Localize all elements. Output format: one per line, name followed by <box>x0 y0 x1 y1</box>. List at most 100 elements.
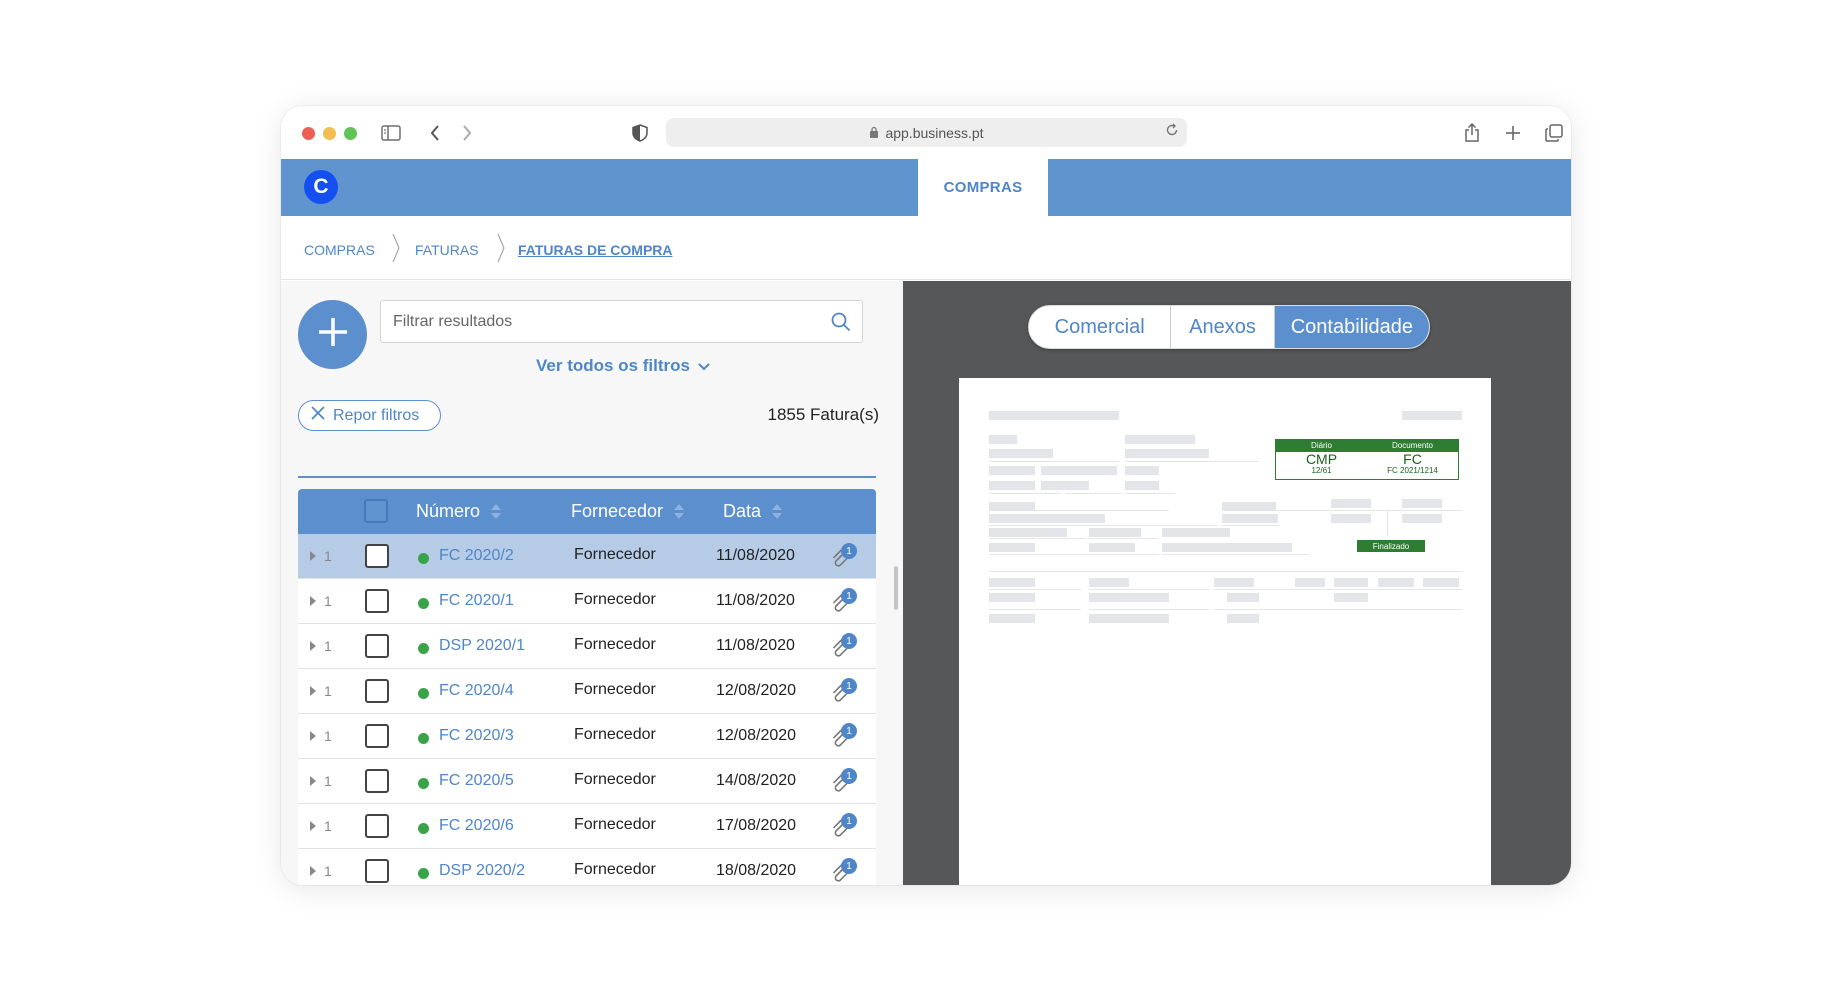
expand-row-button[interactable]: 1 <box>310 818 332 834</box>
share-icon[interactable] <box>1459 121 1485 145</box>
doc-line <box>1089 589 1209 590</box>
doc-line <box>989 525 1217 526</box>
sort-icon[interactable] <box>490 503 502 520</box>
invoice-number-link[interactable]: FC 2020/4 <box>439 682 514 700</box>
caret-right-icon <box>310 866 316 876</box>
tabs-icon[interactable] <box>1541 121 1567 145</box>
attachment-count-badge: 1 <box>841 588 857 604</box>
search-icon[interactable] <box>831 312 851 337</box>
table-row[interactable]: 1 FC 2020/3 Fornecedor 12/08/2020 1 <box>298 714 876 759</box>
expand-row-button[interactable]: 1 <box>310 728 332 744</box>
doc-placeholder <box>989 481 1035 490</box>
date-cell: 12/08/2020 <box>716 727 797 744</box>
search-input[interactable] <box>381 301 781 342</box>
reload-icon[interactable] <box>1165 123 1179 140</box>
column-numero[interactable]: Número <box>416 501 502 522</box>
doc-line <box>1222 525 1280 526</box>
table-row[interactable]: 1 FC 2020/5 Fornecedor 14/08/2020 1 <box>298 759 876 804</box>
documento-column: FC FC 2021/1214 <box>1367 452 1458 476</box>
tab-compras[interactable]: COMPRAS <box>918 159 1048 216</box>
row-checkbox[interactable] <box>365 679 389 703</box>
table-row[interactable]: 1 DSP 2020/2 Fornecedor 18/08/2020 1 <box>298 849 876 885</box>
invoice-number-link[interactable]: FC 2020/6 <box>439 817 514 835</box>
invoice-number-link[interactable]: FC 2020/2 <box>439 547 514 565</box>
column-data[interactable]: Data <box>723 501 783 522</box>
row-checkbox[interactable] <box>365 814 389 838</box>
reset-filters-button[interactable]: Repor filtros <box>298 400 441 431</box>
row-line-count: 1 <box>324 728 332 744</box>
doc-placeholder <box>989 528 1067 537</box>
invoice-number-link[interactable]: FC 2020/5 <box>439 772 514 790</box>
table-row[interactable]: 1 FC 2020/4 Fornecedor 12/08/2020 1 <box>298 669 876 714</box>
column-fornecedor[interactable]: Fornecedor <box>571 501 685 522</box>
back-icon[interactable] <box>422 121 448 145</box>
date-cell: 11/08/2020 <box>716 547 795 564</box>
table-row[interactable]: 1 DSP 2020/1 Fornecedor 11/08/2020 1 <box>298 624 876 669</box>
address-bar[interactable]: app.business.pt <box>666 118 1187 147</box>
invoice-number-link[interactable]: DSP 2020/1 <box>439 637 525 655</box>
sort-icon[interactable] <box>771 503 783 520</box>
minimize-window-button[interactable] <box>323 127 336 140</box>
add-invoice-button[interactable] <box>298 300 367 369</box>
row-checkbox[interactable] <box>365 544 389 568</box>
reset-filters-label: Repor filtros <box>333 406 420 424</box>
expand-row-button[interactable]: 1 <box>310 863 332 879</box>
app-logo[interactable]: C <box>304 170 338 204</box>
breadcrumb: COMPRAS FATURAS FATURAS DE COMPRA <box>281 216 1571 280</box>
invoice-number-link[interactable]: FC 2020/3 <box>439 727 514 745</box>
zoom-window-button[interactable] <box>344 127 357 140</box>
breadcrumb-faturas-de-compra[interactable]: FATURAS DE COMPRA <box>518 242 673 258</box>
browser-window: app.business.pt C COMPRAS COMPRAS FATURA… <box>281 106 1571 885</box>
close-icon <box>311 406 325 425</box>
attachment-count-badge: 1 <box>841 633 857 649</box>
caret-right-icon <box>310 551 316 561</box>
attachment-count-badge: 1 <box>841 543 857 559</box>
row-checkbox[interactable] <box>365 769 389 793</box>
view-all-filters-link[interactable]: Ver todos os filtros <box>536 356 710 376</box>
expand-row-button[interactable]: 1 <box>310 773 332 789</box>
doc-line <box>1222 510 1462 511</box>
breadcrumb-faturas[interactable]: FATURAS <box>415 242 479 258</box>
forward-icon[interactable] <box>454 121 480 145</box>
shield-icon[interactable] <box>627 121 653 145</box>
expand-row-button[interactable]: 1 <box>310 683 332 699</box>
date-cell: 11/08/2020 <box>716 592 795 609</box>
row-checkbox[interactable] <box>365 859 389 883</box>
diario-column: CMP 12/61 <box>1276 452 1367 476</box>
expand-row-button[interactable]: 1 <box>310 593 332 609</box>
document-preview-panel: Comercial Anexos Contabilidade Diário Do… <box>903 281 1571 885</box>
browser-toolbar: app.business.pt <box>281 106 1571 159</box>
row-checkbox[interactable] <box>365 589 389 613</box>
view-all-filters-label: Ver todos os filtros <box>536 356 690 375</box>
tab-contabilidade[interactable]: Contabilidade <box>1274 306 1429 348</box>
sidebar-icon[interactable] <box>378 121 404 145</box>
table-row[interactable]: 1 FC 2020/1 Fornecedor 11/08/2020 1 <box>298 579 876 624</box>
row-checkbox[interactable] <box>365 724 389 748</box>
status-dot <box>418 643 429 654</box>
scrollbar-handle[interactable] <box>894 566 898 610</box>
document-summary-box: Diário Documento CMP 12/61 FC FC 2021/12… <box>1275 439 1459 480</box>
close-window-button[interactable] <box>302 127 315 140</box>
search-box <box>380 300 863 343</box>
row-checkbox[interactable] <box>365 634 389 658</box>
table-row[interactable]: 1 FC 2020/2 Fornecedor 11/08/2020 1 <box>298 534 876 579</box>
new-tab-icon[interactable] <box>1500 121 1526 145</box>
doc-line <box>1214 609 1462 610</box>
documento-sub: FC 2021/1214 <box>1387 466 1438 475</box>
doc-placeholder <box>989 578 1035 587</box>
breadcrumb-compras[interactable]: COMPRAS <box>304 242 375 258</box>
doc-placeholder <box>1295 578 1325 587</box>
tab-comercial[interactable]: Comercial <box>1029 306 1172 348</box>
doc-placeholder <box>1125 449 1209 458</box>
expand-row-button[interactable]: 1 <box>310 638 332 654</box>
sort-icon[interactable] <box>673 503 685 520</box>
chevron-down-icon <box>698 356 710 376</box>
expand-row-button[interactable]: 1 <box>310 548 332 564</box>
doc-line <box>1214 589 1462 590</box>
tab-anexos[interactable]: Anexos <box>1171 306 1275 348</box>
invoice-number-link[interactable]: FC 2020/1 <box>439 592 514 610</box>
table-row[interactable]: 1 FC 2020/6 Fornecedor 17/08/2020 1 <box>298 804 876 849</box>
invoice-number-link[interactable]: DSP 2020/2 <box>439 862 525 880</box>
select-all-checkbox[interactable] <box>364 499 388 523</box>
doc-placeholder <box>1041 466 1117 475</box>
